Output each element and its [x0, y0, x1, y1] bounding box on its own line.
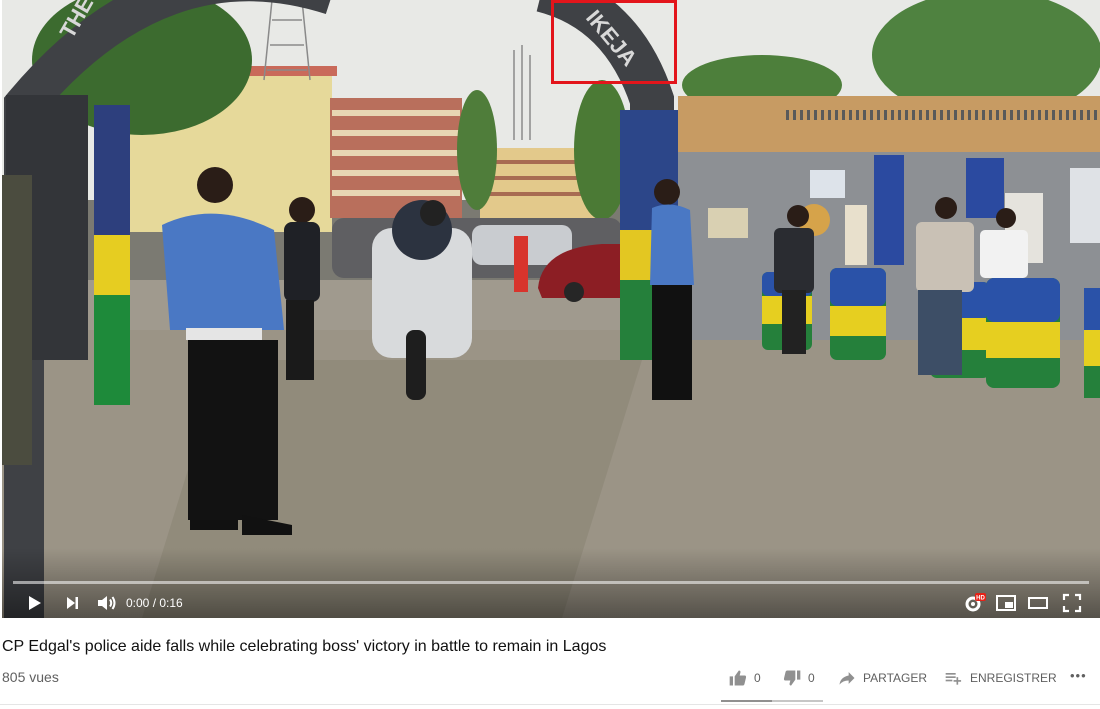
share-button[interactable]: PARTAGER	[837, 668, 927, 688]
mute-button[interactable]	[94, 591, 118, 615]
sentiment-bar	[721, 700, 823, 702]
miniplayer-icon	[996, 595, 1016, 611]
dislike-button[interactable]: 0	[782, 668, 815, 688]
theater-mode-button[interactable]	[1026, 591, 1050, 615]
divider	[0, 704, 1100, 705]
play-icon	[29, 596, 41, 610]
fullscreen-icon	[1062, 593, 1082, 613]
video-frame: THE IKEJA	[2, 0, 1100, 618]
next-button[interactable]	[60, 591, 84, 615]
player-controls: 0:00 / 0:16 HD	[2, 588, 1100, 616]
miniplayer-button[interactable]	[994, 591, 1018, 615]
hd-badge: HD	[976, 595, 985, 601]
save-label: ENREGISTRER	[970, 671, 1057, 685]
settings-button[interactable]: HD	[962, 591, 986, 615]
more-icon: •••	[1070, 668, 1087, 683]
time-display: 0:00 / 0:16	[126, 596, 183, 610]
volume-icon	[98, 596, 116, 610]
dislike-count: 0	[808, 671, 815, 685]
like-button[interactable]: 0	[728, 668, 761, 688]
playlist-add-icon	[945, 673, 962, 685]
video-player[interactable]: THE IKEJA 0:00 / 0:16 HD	[2, 0, 1100, 618]
video-actions: 0 0 PARTAGER ENREGISTRER •••	[0, 668, 1100, 690]
like-count: 0	[754, 671, 761, 685]
video-title: CP Edgal's police aide falls while celeb…	[2, 638, 607, 655]
share-icon	[839, 672, 855, 685]
share-label: PARTAGER	[863, 671, 928, 685]
fullscreen-button[interactable]	[1060, 591, 1084, 615]
save-button[interactable]: ENREGISTRER	[944, 668, 1057, 688]
thumbs-up-icon	[729, 670, 747, 686]
theater-icon	[1028, 597, 1048, 609]
progress-bar[interactable]	[13, 581, 1089, 584]
gear-icon: HD	[965, 593, 986, 612]
play-button[interactable]	[22, 591, 46, 615]
more-actions-button[interactable]: •••	[1070, 668, 1087, 683]
highlight-annotation-box	[551, 0, 677, 84]
sentiment-bar-fill	[721, 700, 772, 702]
skip-next-icon	[67, 597, 78, 609]
thumbs-down-icon	[783, 670, 801, 686]
